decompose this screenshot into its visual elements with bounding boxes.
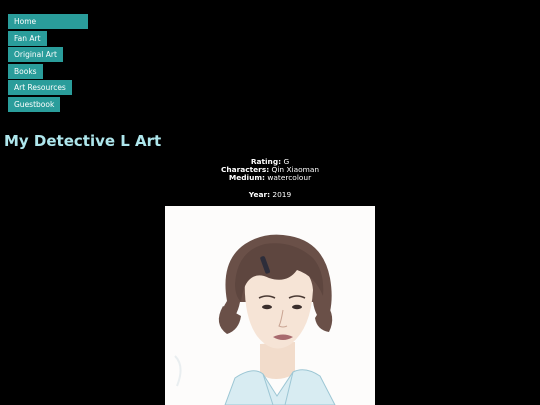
nav-original-art-link[interactable]: Original Art [8, 47, 63, 63]
medium-label: Medium: [228, 173, 265, 183]
nav-home-link[interactable]: Home [8, 14, 88, 29]
year-label: Year: [248, 189, 271, 199]
nav-guestbook-link[interactable]: Guestbook [8, 96, 61, 112]
medium-value: watercolour [267, 173, 312, 183]
watercolour-portrait [165, 206, 375, 405]
nav-art-resources-link[interactable]: Art Resources [8, 80, 72, 96]
nav-fan-art-link[interactable]: Fan Art [8, 30, 47, 46]
year-value: 2019 [272, 189, 292, 199]
artwork-image[interactable] [165, 206, 375, 405]
year-line: Year: 2019 [0, 189, 540, 199]
site-nav: Home Fan Art Original Art Books Art Reso… [8, 14, 88, 114]
artwork-details: Rating: G Characters: Qin Xiaoman Medium… [0, 157, 540, 199]
nav-books-link[interactable]: Books [8, 63, 43, 79]
medium-line: Medium: watercolour [0, 174, 540, 182]
page-title: My Detective L Art [4, 132, 162, 150]
